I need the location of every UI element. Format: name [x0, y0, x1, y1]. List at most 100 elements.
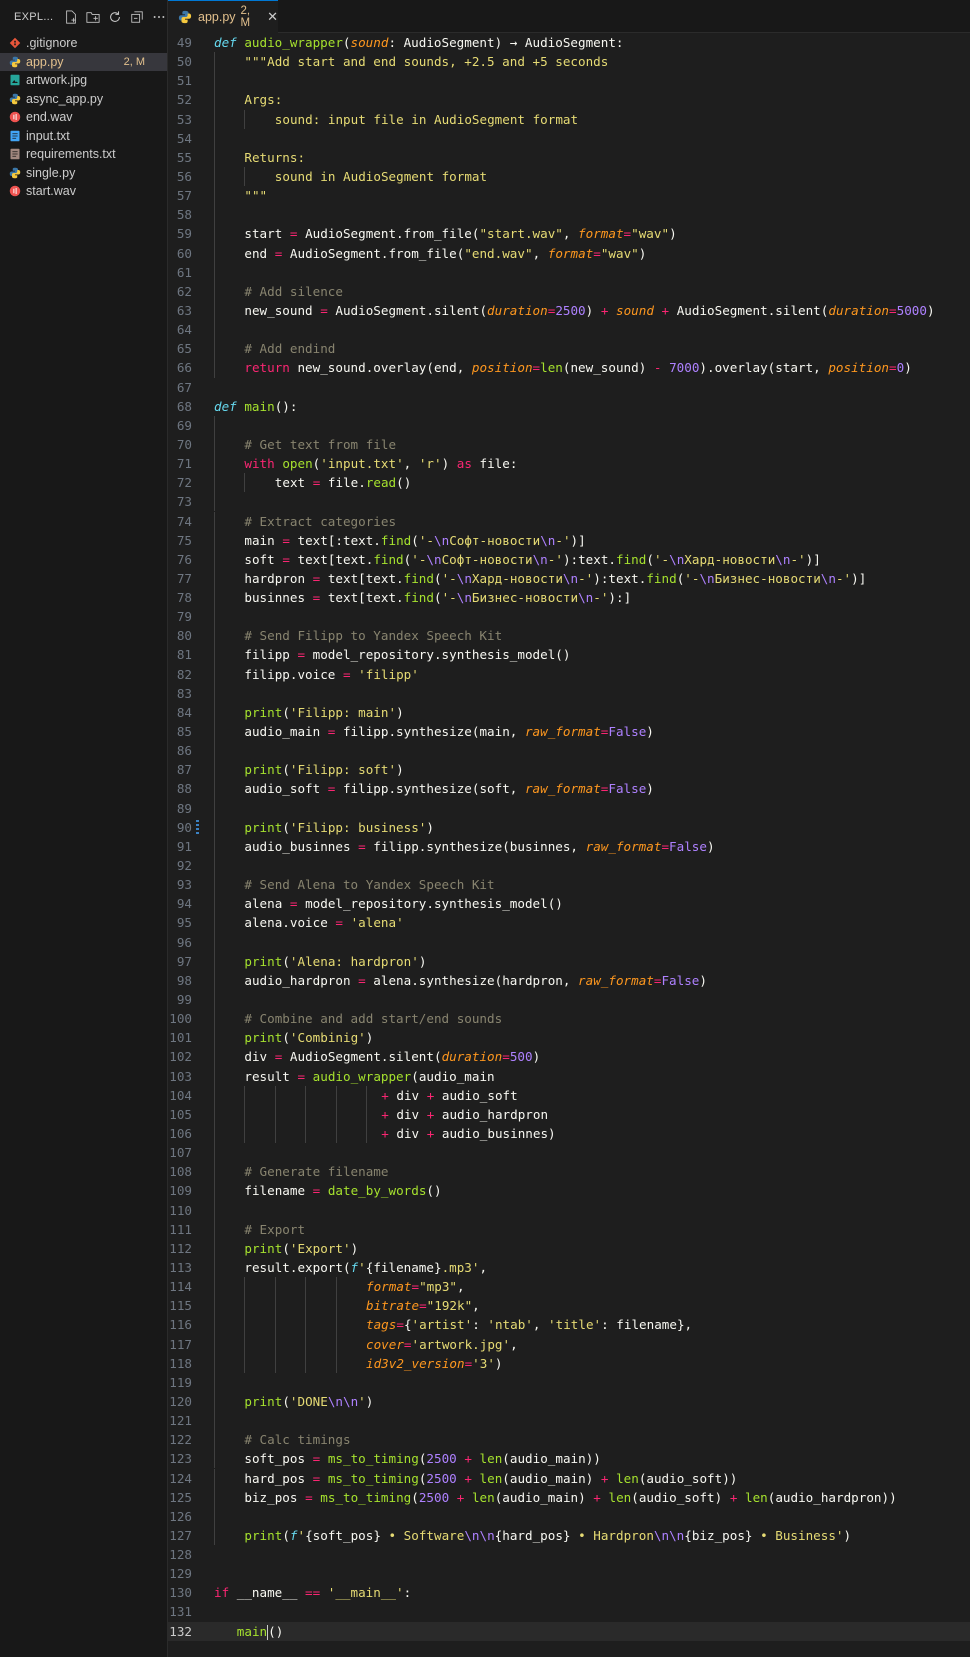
code-text: + div + audio_businnes)	[381, 1124, 555, 1143]
code-token: +	[661, 302, 670, 318]
code-token: find	[646, 570, 677, 586]
tab-bar: app.py 2, M ✕	[168, 0, 970, 33]
code-token: print	[244, 953, 283, 969]
code-text: result.export(f'{filename}.mp3',	[244, 1258, 487, 1277]
indent-guide	[214, 454, 215, 474]
indent-guide	[214, 1449, 215, 1469]
indent-guide	[214, 530, 215, 550]
code-line: 126	[168, 1506, 970, 1526]
code-token: (	[282, 704, 290, 720]
close-icon[interactable]: ✕	[267, 9, 278, 25]
code-token: duration	[828, 302, 890, 318]
explorer-header: EXPL...	[0, 0, 167, 34]
code-line: 97 print('Alena: hardpron')	[168, 951, 970, 971]
file-item[interactable]: single.py	[0, 164, 167, 183]
file-name: input.txt	[26, 128, 70, 143]
code-token: sound	[616, 302, 654, 318]
indent-guide	[274, 1123, 276, 1144]
file-item[interactable]: requirements.txt	[0, 145, 167, 164]
code-line: 98 audio_hardpron = alena.synthesize(hard…	[168, 970, 970, 990]
code-line: 117 cover='artwork.jpg',	[168, 1334, 970, 1354]
code-token: 2500	[418, 1489, 450, 1505]
file-name: artwork.jpg	[26, 73, 88, 88]
code-token: soft_pos	[244, 1451, 313, 1467]
code-token: raw_format	[585, 838, 662, 854]
code-token: ,	[479, 1259, 488, 1275]
line-number: 63	[176, 302, 192, 318]
code-token: False	[608, 781, 647, 797]
indent-guide	[214, 1334, 215, 1354]
indent-guide	[214, 1162, 215, 1182]
code-token: main	[244, 532, 283, 548]
code-token: text	[274, 475, 313, 491]
code-line: 113 result.export(f'{filename}.mp3',	[168, 1257, 970, 1278]
indent-guide	[214, 90, 215, 110]
code-token: \n	[578, 590, 594, 606]
code-token: file.	[320, 475, 366, 491]
code-line: 76 soft = text[text.find('-\nСофт-новости…	[168, 549, 970, 569]
code-line: 118 id3v2_version='3')	[168, 1353, 970, 1373]
code-token: audio_hardpron	[434, 1106, 549, 1122]
file-item[interactable]: async_app.py	[0, 90, 167, 109]
code-token: filipp.synthesize(main,	[335, 724, 525, 740]
line-number: 60	[176, 245, 192, 261]
code-token: alena.voice	[244, 915, 336, 931]
code-token: )	[426, 819, 434, 835]
code-token: ).overlay(start,	[699, 360, 829, 376]
code-token: return	[244, 360, 290, 376]
file-item[interactable]: end.wav	[0, 108, 167, 127]
new-file-icon[interactable]	[62, 9, 79, 26]
file-item[interactable]: app.py 2, M	[0, 52, 167, 71]
file-item[interactable]: artwork.jpg	[0, 71, 167, 90]
code-token: .mp3'	[441, 1259, 480, 1275]
line-number: 125	[169, 1489, 192, 1505]
code-token: 'alena'	[350, 915, 404, 931]
code-line: 128	[168, 1545, 970, 1564]
line-number: 115	[169, 1298, 192, 1314]
line-number: 96	[176, 934, 192, 950]
code-token: '	[297, 1527, 306, 1543]
code-text: print('DONE\n\n')	[244, 1392, 373, 1411]
code-line: 93 # Send Alena to Yandex Speech Kit	[168, 875, 970, 895]
file-item[interactable]: input.txt	[0, 127, 167, 146]
collapse-all-icon[interactable]	[128, 9, 145, 26]
python-icon	[178, 10, 192, 24]
more-icon[interactable]	[150, 9, 167, 26]
line-number: 93	[176, 877, 192, 893]
file-status-badge: 2, M	[123, 55, 145, 68]
code-text: filename = date_by_words()	[244, 1181, 441, 1200]
code-token: '-	[411, 551, 427, 567]
indent-guide	[214, 128, 215, 148]
line-number: 64	[176, 322, 192, 338]
file-item[interactable]: start.wav	[0, 182, 167, 201]
code-text: start = AudioSegment.from_file("start.wa…	[244, 224, 676, 243]
code-token: (	[282, 1240, 290, 1256]
code-token: -'	[835, 570, 852, 586]
code-token: =	[411, 1279, 420, 1295]
code-line: 53 sound: input file in AudioSegment form…	[168, 109, 970, 129]
code-token: 2500	[555, 302, 586, 318]
tab-app-py[interactable]: app.py 2, M ✕	[168, 0, 278, 33]
indent-guide	[335, 1085, 337, 1105]
code-token: audio_soft	[244, 781, 328, 797]
refresh-icon[interactable]	[106, 9, 123, 26]
new-folder-icon[interactable]	[84, 9, 101, 26]
code-text: cover='artwork.jpg',	[366, 1335, 518, 1354]
line-number: 75	[176, 532, 192, 548]
code-line: 78 businnes = text[text.find('-\nБизнес-н…	[168, 588, 970, 608]
code-token: date_by_words	[327, 1183, 427, 1199]
code-token: len	[479, 1451, 503, 1467]
code-editor[interactable]: 49 def audio_wrapper(sound: AudioSegment)…	[168, 33, 970, 1657]
indent-guide	[214, 492, 215, 512]
file-item[interactable]: .gitignore	[0, 34, 167, 53]
line-number: 94	[176, 896, 192, 912]
python-icon	[8, 55, 22, 69]
code-token: duration	[441, 1049, 503, 1065]
line-number: 106	[169, 1125, 192, 1141]
code-token: (audio_main)	[494, 1489, 594, 1505]
indent-guide	[305, 1353, 307, 1373]
code-token: )	[396, 762, 404, 778]
line-number: 77	[176, 570, 192, 586]
indent-guide	[214, 166, 215, 187]
